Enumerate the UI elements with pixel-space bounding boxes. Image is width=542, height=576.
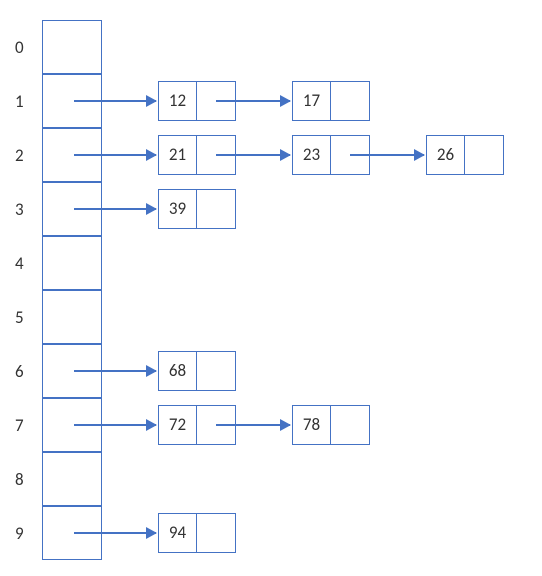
- list-node: 26: [426, 135, 504, 175]
- pointer-arrow: [74, 532, 156, 534]
- bucket-index-label: 3: [15, 199, 35, 220]
- hash-table-diagram: 0 1 12 17 2 21 23 26 3 39 4 5 6 68 7 72 78 8 9 94: [0, 0, 542, 576]
- node-value: 21: [159, 136, 197, 174]
- node-value: 94: [159, 514, 197, 552]
- bucket-slot: [42, 290, 102, 344]
- pointer-arrow: [74, 100, 156, 102]
- bucket-index-label: 4: [15, 253, 35, 274]
- node-value: 26: [427, 136, 465, 174]
- pointer-arrow: [216, 424, 290, 426]
- node-value: 39: [159, 190, 197, 228]
- bucket-index-label: 7: [15, 415, 35, 436]
- pointer-arrow: [74, 370, 156, 372]
- list-node: 68: [158, 351, 236, 391]
- list-node: 39: [158, 189, 236, 229]
- node-value: 12: [159, 82, 197, 120]
- pointer-arrow: [74, 208, 156, 210]
- bucket-index-label: 5: [15, 307, 35, 328]
- bucket-slot: [42, 236, 102, 290]
- pointer-arrow: [216, 100, 290, 102]
- bucket-index-label: 1: [15, 91, 35, 112]
- bucket-index-label: 8: [15, 469, 35, 490]
- pointer-arrow: [74, 154, 156, 156]
- bucket-slot: [42, 20, 102, 74]
- bucket-slot: [42, 452, 102, 506]
- node-value: 17: [293, 82, 331, 120]
- node-value: 68: [159, 352, 197, 390]
- list-node: 94: [158, 513, 236, 553]
- pointer-arrow: [74, 424, 156, 426]
- bucket-index-label: 6: [15, 361, 35, 382]
- node-value: 23: [293, 136, 331, 174]
- list-node: 78: [292, 405, 370, 445]
- bucket-index-label: 0: [15, 37, 35, 58]
- bucket-index-label: 2: [15, 145, 35, 166]
- list-node: 17: [292, 81, 370, 121]
- pointer-arrow: [216, 154, 290, 156]
- node-value: 78: [293, 406, 331, 444]
- bucket-index-label: 9: [15, 523, 35, 544]
- node-value: 72: [159, 406, 197, 444]
- pointer-arrow: [350, 154, 424, 156]
